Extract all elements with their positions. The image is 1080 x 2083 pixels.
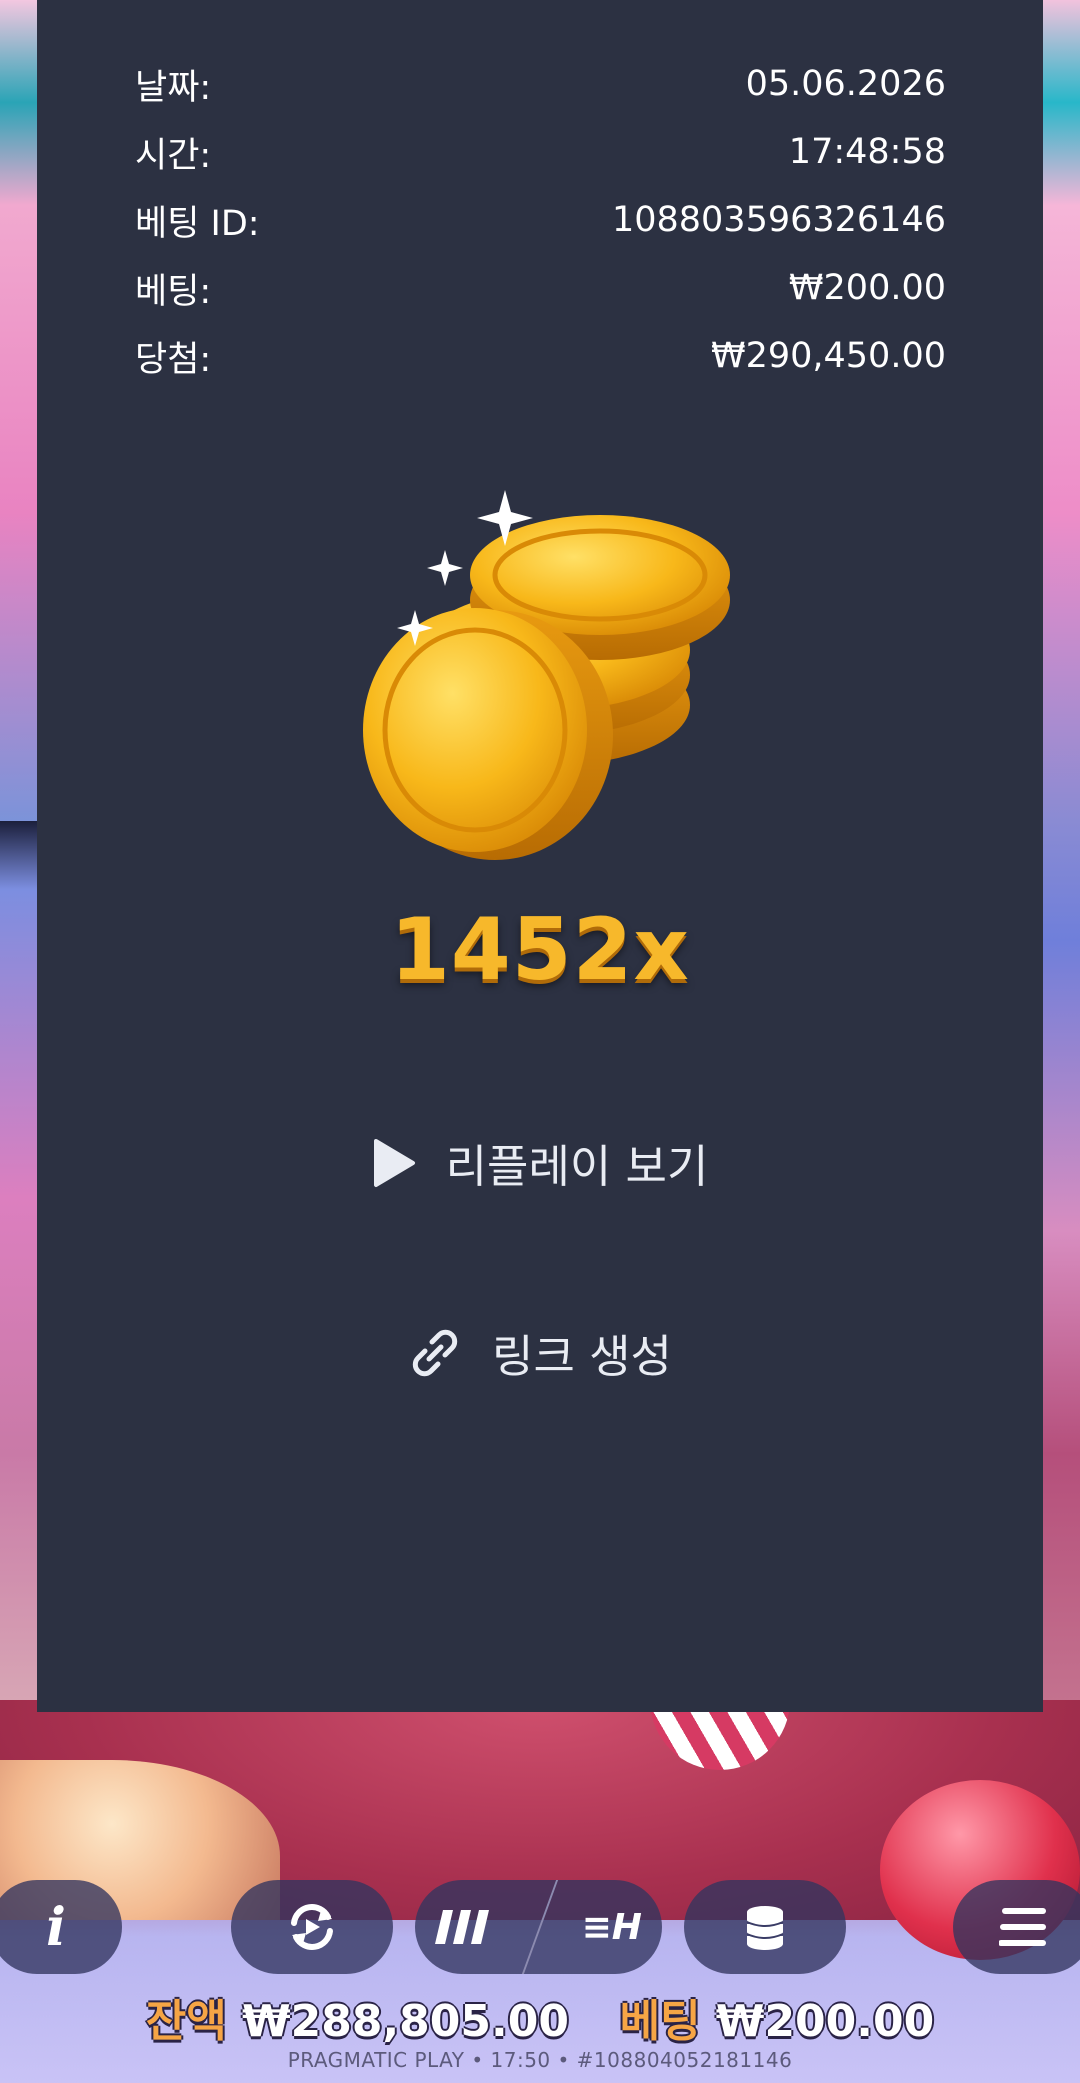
info-label: 시간:: [135, 135, 212, 176]
info-row-bet: 베팅: ₩200.00: [135, 254, 946, 322]
balance-label: 잔액: [145, 1996, 227, 2047]
info-value: 108803596326146: [611, 200, 946, 240]
info-label: 베팅:: [135, 271, 212, 312]
autoplay-button[interactable]: [231, 1880, 393, 1974]
info-row-bet-id: 베팅 ID: 108803596326146: [135, 186, 946, 254]
info-value: 17:48:58: [788, 132, 946, 172]
menu-icon: [999, 1908, 1046, 1946]
menu-button[interactable]: [953, 1880, 1080, 1974]
info-button[interactable]: i: [0, 1880, 122, 1974]
coins-stack-icon: [746, 1906, 784, 1950]
win-multiplier: 1452x: [390, 900, 690, 1000]
game-toolbar: i ≡H: [0, 1880, 1080, 2000]
create-link-button[interactable]: 링크 생성: [0, 1320, 1080, 1385]
info-row-date: 날짜: 05.06.2026: [135, 50, 946, 118]
bet-label: 베팅: [619, 1996, 701, 2047]
balance-value: ₩288,805.00: [242, 1996, 569, 2047]
info-row-win: 당첨: ₩290,450.00: [135, 322, 946, 390]
info-label: 베팅 ID:: [135, 203, 260, 244]
replay-button[interactable]: 리플레이 보기: [0, 1130, 1080, 1195]
game-background-right: [1040, 0, 1080, 1710]
info-value: ₩200.00: [788, 268, 946, 308]
bet-value: ₩200.00: [715, 1996, 935, 2047]
gold-coins-icon: [363, 490, 730, 860]
link-label: 링크 생성: [492, 1330, 672, 1383]
info-value: ₩290,450.00: [710, 336, 946, 376]
hyper-icon: ≡H: [581, 1906, 642, 1948]
turbo-icon: [435, 1910, 490, 1944]
info-value: 05.06.2026: [745, 64, 946, 104]
link-icon: [408, 1326, 462, 1380]
game-background-left: [0, 0, 40, 1710]
autoplay-icon: [291, 1904, 333, 1950]
play-icon: [372, 1138, 416, 1188]
info-label: 날짜:: [135, 67, 212, 108]
balance-bet-status: 잔액 ₩288,805.00 베팅 ₩200.00: [0, 1985, 1080, 2049]
info-label: 당첨:: [135, 339, 212, 380]
provider-footer: PRAGMATIC PLAY • 17:50 • #10880405218114…: [287, 2048, 793, 2072]
info-icon: i: [46, 1896, 66, 1958]
info-row-time: 시간: 17:48:58: [135, 118, 946, 186]
bet-amount-button[interactable]: [684, 1880, 846, 1974]
replay-label: 리플레이 보기: [445, 1140, 709, 1193]
speed-toggle[interactable]: ≡H: [415, 1880, 662, 1974]
bet-info-list: 날짜: 05.06.2026 시간: 17:48:58 베팅 ID: 10880…: [135, 50, 946, 390]
